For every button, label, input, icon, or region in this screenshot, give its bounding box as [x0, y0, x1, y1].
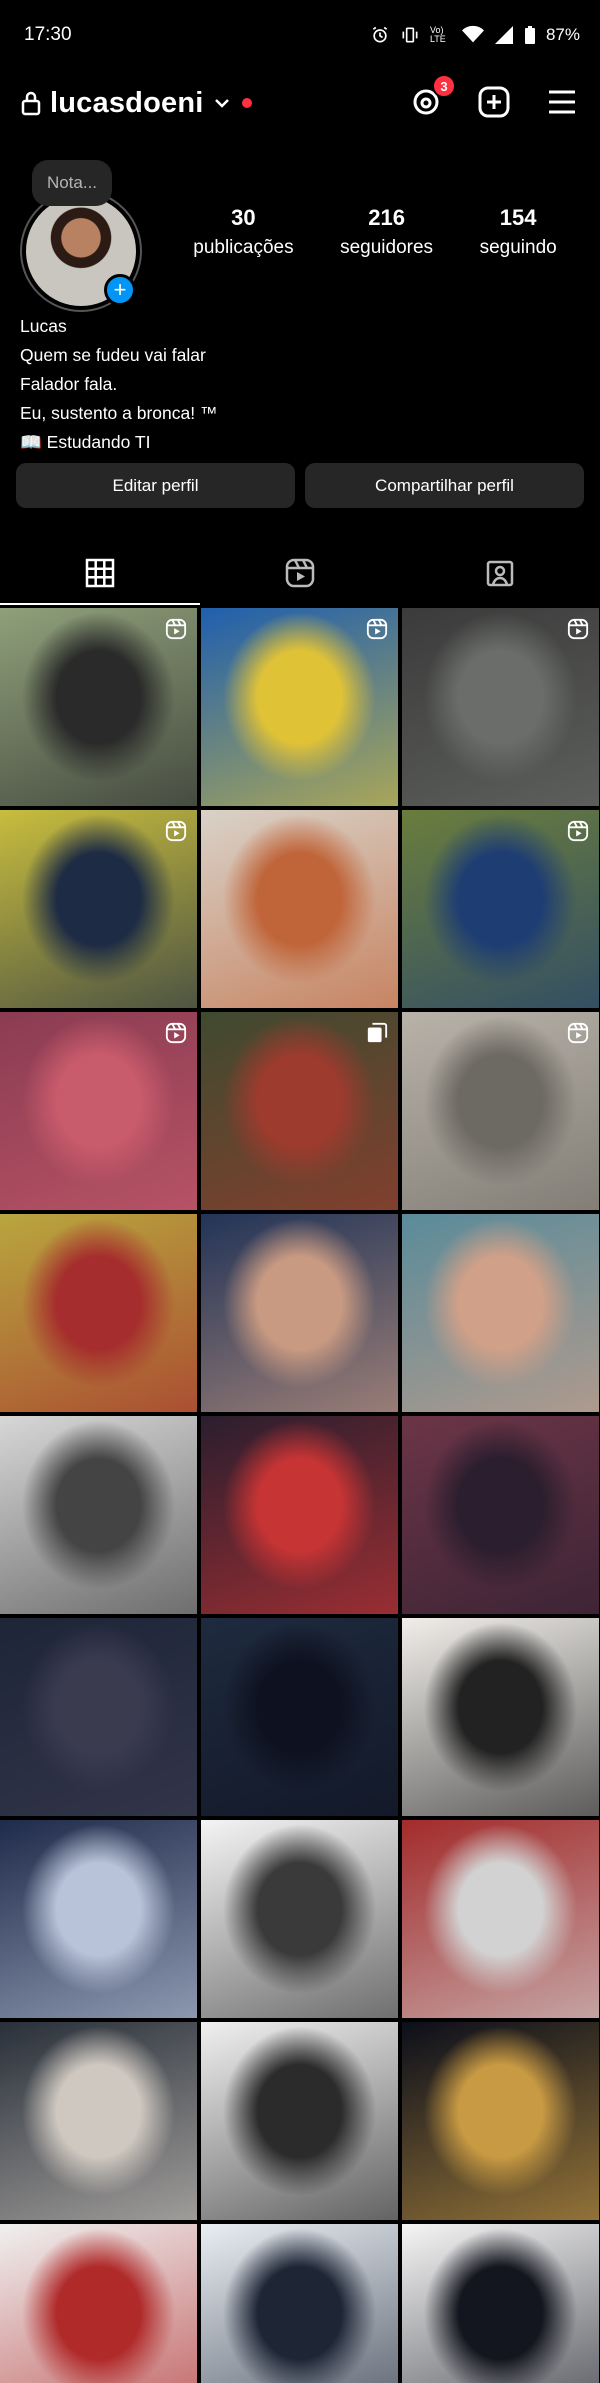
stat-followers[interactable]: 216 seguidores	[340, 205, 433, 259]
status-icons: Vo) LTE 87%	[370, 25, 580, 45]
profile-actions: Editar perfil Compartilhar perfil	[16, 463, 584, 508]
share-profile-button[interactable]: Compartilhar perfil	[305, 463, 584, 508]
reel-icon	[366, 618, 388, 640]
post-thumbnail[interactable]	[402, 1214, 599, 1412]
posts-grid	[0, 608, 600, 2383]
reel-icon	[165, 820, 187, 842]
post-thumbnail[interactable]	[402, 1618, 599, 1816]
alarm-icon	[372, 26, 388, 43]
menu-button[interactable]	[544, 84, 580, 120]
post-thumbnail[interactable]	[0, 2022, 197, 2220]
note-bubble[interactable]: Nota...	[32, 160, 112, 206]
post-thumbnail[interactable]	[201, 1820, 398, 2018]
grid-icon	[85, 558, 115, 587]
vibrate-icon	[402, 27, 418, 43]
bio-line: Falador fala.	[20, 374, 118, 394]
post-thumbnail[interactable]	[402, 810, 599, 1008]
display-name: Lucas	[20, 316, 67, 336]
username[interactable]: lucasdoeni	[50, 87, 204, 120]
tagged-icon	[486, 560, 514, 586]
threads-badge: 3	[432, 74, 456, 98]
post-thumbnail[interactable]	[0, 1618, 197, 1816]
stat-value: 30	[231, 205, 256, 230]
post-thumbnail[interactable]	[201, 2022, 398, 2220]
post-thumbnail[interactable]	[402, 1012, 599, 1210]
stat-value: 154	[499, 205, 537, 230]
chevron-down-icon[interactable]	[214, 95, 230, 111]
post-thumbnail[interactable]	[201, 1214, 398, 1412]
post-thumbnail[interactable]	[402, 608, 599, 806]
post-thumbnail[interactable]	[0, 810, 197, 1008]
bio-line: 📖 Estudando TI	[20, 432, 151, 452]
post-thumbnail[interactable]	[201, 608, 398, 806]
stat-value: 216	[368, 205, 405, 230]
add-story-button[interactable]: +	[104, 274, 136, 306]
reel-icon	[567, 820, 589, 842]
post-thumbnail[interactable]	[201, 1618, 398, 1816]
battery-level: 87%	[545, 25, 580, 44]
post-thumbnail[interactable]	[201, 1416, 398, 1614]
header-actions: 3	[408, 74, 580, 120]
post-thumbnail[interactable]	[201, 2224, 398, 2383]
stat-label: publicações	[193, 237, 294, 258]
post-thumbnail[interactable]	[402, 1820, 599, 2018]
profile-bio: Lucas Quem se fudeu vai falar Falador fa…	[20, 312, 580, 457]
post-thumbnail[interactable]	[0, 1820, 197, 2018]
post-thumbnail[interactable]	[0, 1416, 197, 1614]
stat-label: seguidores	[340, 237, 434, 258]
stat-following[interactable]: 154 seguindo	[480, 205, 557, 259]
status-time: 17:30	[24, 24, 72, 45]
post-thumbnail[interactable]	[0, 1012, 197, 1210]
stat-posts[interactable]: 30 publicações	[193, 205, 293, 259]
tab-tagged[interactable]	[400, 540, 600, 605]
reel-icon	[165, 618, 187, 640]
stat-label: seguindo	[479, 237, 557, 258]
tab-reels[interactable]	[200, 540, 400, 605]
wifi-icon	[461, 25, 484, 43]
battery-icon	[524, 26, 535, 44]
lock-icon	[21, 91, 41, 116]
threads-button[interactable]: 3	[408, 74, 456, 120]
hamburger-icon	[549, 90, 575, 114]
network-label: Vo) LTE	[429, 25, 446, 44]
reels-icon	[285, 558, 315, 587]
tab-posts-grid[interactable]	[0, 540, 200, 605]
status-bar: 17:30 Vo) LTE 87%	[0, 0, 600, 70]
profile-header: lucasdoeni 3	[0, 70, 600, 136]
signal-icon	[494, 26, 513, 44]
post-thumbnail[interactable]	[0, 2224, 197, 2383]
edit-profile-button[interactable]: Editar perfil	[16, 463, 295, 508]
reel-icon	[165, 1022, 187, 1044]
bio-line: Eu, sustento a bronca! ™	[20, 403, 218, 423]
reel-icon	[567, 1022, 589, 1044]
reel-icon	[567, 618, 589, 640]
post-thumbnail[interactable]	[0, 1214, 197, 1412]
carousel-icon	[366, 1022, 388, 1044]
post-thumbnail[interactable]	[201, 1012, 398, 1210]
profile-tabs	[0, 540, 600, 605]
post-thumbnail[interactable]	[201, 810, 398, 1008]
bio-line: Quem se fudeu vai falar	[20, 345, 206, 365]
post-thumbnail[interactable]	[402, 2022, 599, 2220]
post-thumbnail[interactable]	[402, 1416, 599, 1614]
post-thumbnail[interactable]	[0, 608, 197, 806]
post-thumbnail[interactable]	[402, 2224, 599, 2383]
notification-dot	[241, 98, 252, 108]
create-button[interactable]	[476, 84, 512, 120]
plus-square-icon	[478, 86, 510, 118]
profile-stats: 30 publicações 216 seguidores 154 seguin…	[170, 205, 580, 259]
